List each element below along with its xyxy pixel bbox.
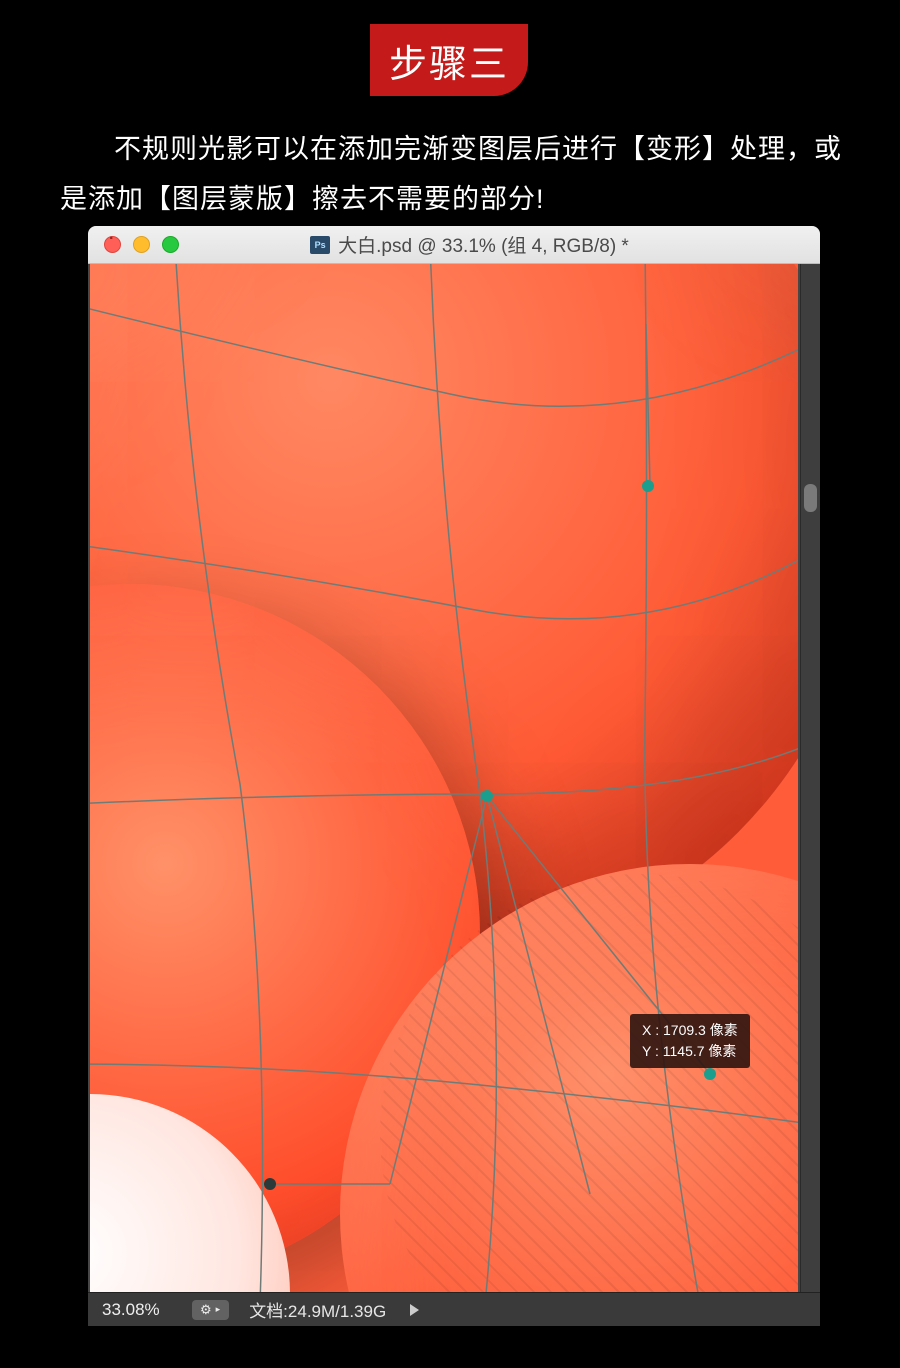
ps-file-icon: Ps	[310, 236, 330, 254]
status-bar: 33.08% ⚙▸ 文档:24.9M/1.39G	[88, 1292, 820, 1326]
warp-anchor-point[interactable]	[642, 480, 654, 492]
window-title: Ps 大白.psd @ 33.1% (组 4, RGB/8) *	[179, 231, 820, 258]
minimize-icon[interactable]	[133, 236, 150, 253]
canvas-artwork: X : 1709.3 像素 Y : 1145.7 像素	[90, 264, 798, 1292]
warp-anchor-point[interactable]	[481, 790, 493, 802]
warp-anchor-point[interactable]	[704, 1068, 716, 1080]
traffic-lights	[104, 236, 179, 253]
zoom-level[interactable]: 33.08%	[102, 1300, 176, 1320]
play-icon[interactable]	[410, 1304, 419, 1316]
vertical-scrollbar[interactable]	[800, 264, 820, 1292]
coordinate-tooltip: X : 1709.3 像素 Y : 1145.7 像素	[630, 1014, 750, 1068]
coord-x: X : 1709.3 像素	[642, 1020, 738, 1041]
scrollbar-thumb[interactable]	[804, 484, 817, 512]
title-text: 大白.psd @ 33.1% (组 4, RGB/8) *	[338, 231, 629, 258]
warp-control-point[interactable]	[264, 1178, 276, 1190]
coord-y: Y : 1145.7 像素	[642, 1041, 738, 1062]
settings-icon[interactable]: ⚙▸	[192, 1300, 229, 1320]
canvas-area[interactable]: X : 1709.3 像素 Y : 1145.7 像素	[90, 264, 798, 1292]
document-size: 文档:24.9M/1.39G	[249, 1297, 386, 1322]
maximize-icon[interactable]	[162, 236, 179, 253]
window-titlebar[interactable]: Ps 大白.psd @ 33.1% (组 4, RGB/8) *	[88, 226, 820, 264]
close-icon[interactable]	[104, 236, 121, 253]
step-badge: 步骤三	[370, 24, 528, 96]
tutorial-description: 不规则光影可以在添加完渐变图层后进行【变形】处理，或是添加【图层蒙版】擦去不需要…	[60, 125, 855, 225]
photoshop-window: Ps 大白.psd @ 33.1% (组 4, RGB/8) *	[88, 226, 820, 1326]
